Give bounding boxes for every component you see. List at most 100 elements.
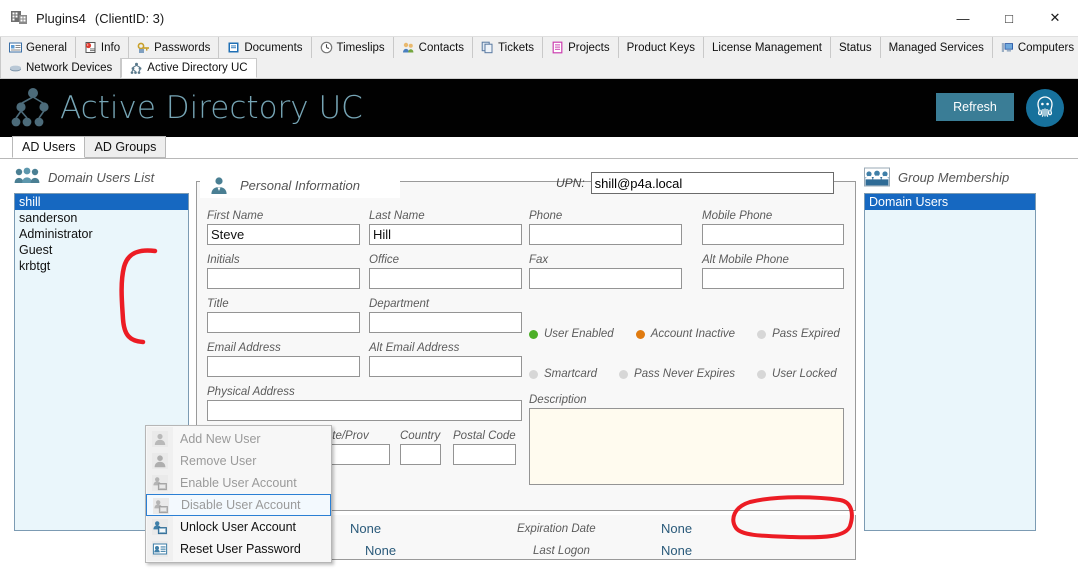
menu-item-label: Unlock User Account: [180, 520, 296, 534]
upn-input[interactable]: [591, 172, 834, 194]
list-item[interactable]: Guest: [15, 242, 188, 258]
plugin-tab-status[interactable]: Status: [831, 37, 881, 58]
status-label: Smartcard: [544, 368, 597, 380]
department-input[interactable]: [369, 312, 522, 333]
group-membership-list[interactable]: Domain Users: [864, 193, 1036, 531]
menu-item-remove-user[interactable]: Remove User: [146, 450, 331, 472]
menu-item-disable-user-account[interactable]: Disable User Account: [146, 494, 331, 516]
plugin-tab-general[interactable]: General: [0, 37, 76, 58]
status-user-locked: User Locked: [757, 368, 837, 380]
info-icon: [84, 41, 97, 54]
field-label: Office: [369, 254, 522, 266]
minimize-button[interactable]: —: [940, 0, 986, 36]
plugin-tab-label: Contacts: [419, 42, 464, 54]
list-item[interactable]: Administrator: [15, 226, 188, 242]
field-label: Phone: [529, 210, 682, 222]
field-label: Fax: [529, 254, 682, 266]
network-devices-icon: [9, 62, 22, 75]
plugin-tab-projects[interactable]: Projects: [543, 37, 619, 58]
expiration-date-label: Expiration Date: [517, 523, 596, 535]
first-name-input[interactable]: [207, 224, 360, 245]
tab-ad-groups[interactable]: AD Groups: [84, 136, 166, 158]
list-item[interactable]: shill: [15, 194, 188, 210]
menu-item-label: Reset User Password: [180, 542, 301, 556]
upn-label: UPN:: [556, 176, 585, 190]
group-membership-title: Group Membership: [898, 170, 1009, 185]
plugin-tab-timeslips[interactable]: Timeslips: [312, 37, 394, 58]
refresh-button[interactable]: Refresh: [936, 93, 1014, 121]
timeslips-icon: [320, 41, 333, 54]
email-input[interactable]: [207, 356, 360, 377]
contacts-icon: [402, 41, 415, 54]
plugin-tab-managed-services[interactable]: Managed Services: [881, 37, 993, 58]
physical-address-input[interactable]: [207, 400, 522, 421]
field-label: Email Address: [207, 342, 360, 354]
personal-information-header: Personal Information: [200, 172, 400, 198]
field-alt-email: Alt Email Address: [369, 342, 522, 377]
expiration-date-value: None: [661, 521, 692, 536]
plugin-tab-tickets[interactable]: Tickets: [473, 37, 543, 58]
alt-mobile-phone-input[interactable]: [702, 268, 844, 289]
status-dot: [529, 330, 538, 339]
field-initials: Initials: [207, 254, 360, 289]
fax-input[interactable]: [529, 268, 682, 289]
personal-information-title: Personal Information: [240, 178, 360, 193]
field-physical-address: Physical Address: [207, 386, 522, 421]
domain-users-title: Domain Users List: [48, 170, 154, 185]
list-item[interactable]: sanderson: [15, 210, 188, 226]
plugin-tab-info[interactable]: Info: [76, 37, 129, 58]
office-input[interactable]: [369, 268, 522, 289]
country-input[interactable]: [400, 444, 441, 465]
initials-input[interactable]: [207, 268, 360, 289]
plugin-tab-passwords[interactable]: Passwords: [129, 37, 219, 58]
tab-ad-users[interactable]: AD Users: [12, 136, 85, 158]
documents-icon: [227, 41, 240, 54]
menu-item-unlock-user-account[interactable]: Unlock User Account: [146, 516, 331, 538]
list-item[interactable]: Domain Users: [865, 194, 1035, 210]
last-logon-value: None: [661, 543, 692, 558]
menu-item-reset-user-password[interactable]: Reset User Password: [146, 538, 331, 560]
close-button[interactable]: ✕: [1032, 0, 1078, 36]
plugin-tab-label: Documents: [244, 42, 302, 54]
field-department: Department: [369, 298, 522, 333]
app-banner: Active Directory UC Refresh: [0, 79, 1078, 137]
maximize-button[interactable]: □: [986, 0, 1032, 36]
plugin-tab-computers[interactable]: Computers: [993, 37, 1078, 58]
banner-title: Active Directory UC: [60, 90, 363, 126]
mobile-phone-input[interactable]: [702, 224, 844, 245]
plugin-tab-label: Timeslips: [337, 42, 385, 54]
menu-item-enable-user-account[interactable]: Enable User Account: [146, 472, 331, 494]
status-dot: [529, 370, 538, 379]
phone-input[interactable]: [529, 224, 682, 245]
squid-icon[interactable]: [1026, 89, 1064, 127]
ad-tree-icon: [10, 87, 56, 129]
field-label: Description: [529, 394, 844, 406]
list-item[interactable]: krbtgt: [15, 258, 188, 274]
plugin-tab-row-1: General Info Passwords Documents Timesli…: [0, 37, 1078, 58]
status-dot: [757, 330, 766, 339]
field-alt-mobile-phone: Alt Mobile Phone: [702, 254, 844, 289]
description-textarea[interactable]: [529, 408, 844, 485]
user-context-menu[interactable]: Add New User Remove User Enable User Acc…: [145, 425, 332, 563]
field-email: Email Address: [207, 342, 360, 377]
plugin-tab-bar: General Info Passwords Documents Timesli…: [0, 36, 1078, 79]
plugin-tab-documents[interactable]: Documents: [219, 37, 311, 58]
postal-code-input[interactable]: [453, 444, 516, 465]
last-name-input[interactable]: [369, 224, 522, 245]
plugin-tab-contacts[interactable]: Contacts: [394, 37, 473, 58]
plugin-tab-active-directory-uc[interactable]: Active Directory UC: [121, 58, 256, 78]
menu-item-add-new-user[interactable]: Add New User: [146, 428, 331, 450]
main-content: Domain Users List shill sanderson Admini…: [0, 167, 1078, 560]
alt-email-input[interactable]: [369, 356, 522, 377]
plugin-tab-license-management[interactable]: License Management: [704, 37, 831, 58]
plugin-tab-network-devices[interactable]: Network Devices: [0, 58, 121, 78]
plugin-tab-row-2: Network Devices Active Directory UC: [0, 58, 1078, 78]
status-label: User Enabled: [544, 328, 614, 340]
window-title: Plugins4: [36, 11, 86, 26]
title-bar: Plugins4 (ClientID: 3) — □ ✕: [0, 0, 1078, 36]
field-title: Title: [207, 298, 360, 333]
status-dot: [636, 330, 645, 339]
title-input[interactable]: [207, 312, 360, 333]
plugin-tab-product-keys[interactable]: Product Keys: [619, 37, 704, 58]
plugin-tab-label: Passwords: [154, 42, 210, 54]
